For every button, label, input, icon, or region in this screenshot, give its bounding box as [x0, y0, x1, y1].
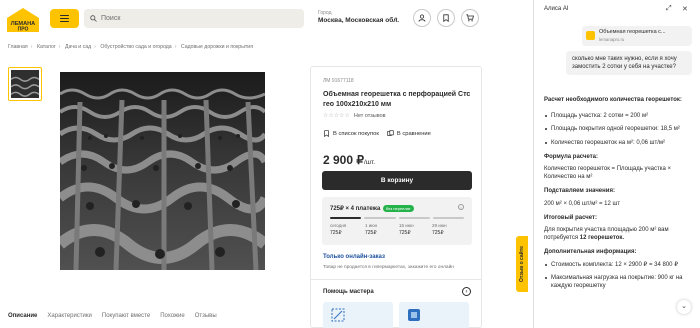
answer-list-item: Количество георешеток на м²: 0,06 шт/м² [544, 139, 694, 147]
answer-list-item: Площадь участка: 2 сотки = 200 м² [544, 112, 694, 120]
city-label: Город [318, 10, 332, 16]
breadcrumb-item[interactable]: Каталог [37, 44, 56, 50]
close-icon[interactable]: ✕ [682, 5, 688, 13]
source-domain: lemanapro.ru [599, 37, 625, 42]
scroll-down-button[interactable]: ⌄ [677, 300, 691, 314]
answer-list-item: Площадь покрытия одной георешетки: 18,5 … [544, 125, 694, 133]
product-title: Объемная георешетка с перфорацией Стс ге… [323, 91, 471, 108]
search-icon [90, 15, 97, 22]
answer-list-item: Стоимость комплекта: 12 × 2900 ₽ = 34 80… [544, 261, 694, 269]
compare-button[interactable]: В сравнение [387, 130, 431, 137]
substitution-text: 200 м² × 0,06 шт/м² = 12 шт [544, 200, 621, 207]
price-unit: /шт. [364, 159, 376, 166]
breadcrumb: Главная › Каталог › Дача и сад › Обустройст… [8, 44, 254, 50]
tab-similar[interactable]: Похожие [160, 313, 185, 319]
source-favicon-icon [586, 31, 595, 40]
price-value: 2 900 ₽ [323, 153, 364, 167]
split-payment-heading: 725₽ × 4 платежа [330, 206, 381, 212]
menu-icon [60, 14, 69, 16]
tab-bought-together[interactable]: Покупают вместе [102, 313, 150, 319]
catalog-menu-button[interactable] [50, 9, 79, 28]
payment-item: 15 июн 725₽ [399, 223, 414, 236]
online-only-link[interactable]: Только онлайн-заказ [323, 254, 385, 260]
formula-text: Количество георешеток = Площадь участка … [544, 166, 671, 181]
gallery-thumbnail[interactable] [8, 67, 42, 101]
service-tile[interactable] [399, 302, 469, 328]
info-icon[interactable]: i [458, 204, 464, 210]
add-to-cart-button[interactable]: В корзину [322, 171, 472, 190]
ai-answer: Расчет необходимого количества георешето… [544, 96, 694, 295]
site-feedback-label: Отзыв о сайте [519, 246, 525, 282]
answer-list-item: Максимальная нагрузка на покрытие: 900 к… [544, 274, 694, 290]
breadcrumb-item[interactable]: Обустройство сада и огорода [100, 44, 171, 50]
bookmark-icon [324, 130, 329, 137]
tab-description[interactable]: Описание [8, 313, 37, 319]
ai-assistant-panel: Алиса AI ⤢ ✕ Объемная георешетка с... le… [534, 0, 700, 328]
product-sku: ЛМ 91677118 [323, 78, 354, 84]
rating[interactable]: ☆☆☆☆☆ Нет отзывов [323, 112, 386, 120]
tab-reviews[interactable]: Отзывы [195, 313, 217, 319]
profile-button[interactable] [413, 9, 431, 27]
source-card[interactable]: Объемная георешетка с... lemanapro.ru [582, 26, 692, 46]
ai-panel-title: Алиса AI [544, 6, 569, 12]
user-icon [418, 14, 426, 22]
master-help-title: Помощь мастера [323, 289, 374, 295]
product-main-image[interactable] [56, 72, 270, 271]
answer-list: Площадь участка: 2 сотки = 200 м² Площад… [544, 112, 694, 147]
expand-icon[interactable]: ⤢ [666, 5, 672, 13]
extra-heading: Дополнительная информация: [544, 249, 637, 256]
result-text: Для покрытия участка площадью 200 м² вам… [544, 227, 669, 242]
payment-item: сегодня 725₽ [330, 223, 347, 236]
city-selector[interactable]: Город Москва, Московская обл. › [318, 10, 399, 24]
add-to-shopping-list-button[interactable]: В список покупок [323, 130, 379, 137]
no-overpay-badge: без переплат [383, 205, 414, 212]
formula-heading: Формула расчета: [544, 153, 599, 160]
product-actions: В список покупок В сравнение [323, 130, 431, 137]
payment-item: 29 июн 725₽ [432, 223, 447, 236]
search-bar[interactable] [84, 9, 304, 28]
breadcrumb-item[interactable]: Садовые дорожки и покрытия [181, 44, 253, 50]
site-feedback-tab[interactable]: Отзыв о сайте [516, 236, 528, 292]
answer-heading: Расчет необходимого количества георешето… [544, 97, 682, 103]
online-only-note: Товар не продается в гипермаркетах, зака… [323, 265, 454, 270]
breadcrumb-item[interactable]: Дача и сад [65, 44, 91, 50]
compare-icon [387, 130, 394, 136]
product-card: ЛМ 91677118 Объемная георешетка с перфор… [310, 66, 482, 328]
header: ЛЕМАНА ПРО Город Москва, Московская обл.… [0, 0, 530, 38]
product-price: 2 900 ₽/шт. [323, 153, 375, 167]
geogrid-image [56, 72, 270, 271]
extra-list: Стоимость комплекта: 12 × 2900 ₽ = 34 80… [544, 261, 694, 291]
brand-logo[interactable]: ЛЕМАНА ПРО [6, 7, 40, 33]
substitution-heading: Подставляем значения: [544, 188, 615, 195]
cart-icon [466, 14, 474, 22]
tile-icon [408, 309, 420, 321]
payment-progress [330, 217, 464, 219]
payment-item: 1 июн 725₽ [365, 223, 378, 236]
user-message: сколько мне таких нужно, если я хочу зам… [566, 51, 692, 75]
thumbnail-image [10, 70, 40, 98]
master-help-section: Помощь мастера › [311, 279, 481, 328]
result-heading: Итоговый расчет: [544, 214, 597, 221]
bookmark-icon [443, 14, 449, 22]
product-tabs: Описание Характеристики Покупают вместе … [8, 313, 217, 319]
tab-specifications[interactable]: Характеристики [47, 313, 92, 319]
cart-button[interactable] [461, 9, 479, 27]
arrow-right-icon[interactable]: › [462, 287, 471, 296]
search-input[interactable] [101, 15, 291, 22]
chevron-right-icon: › [395, 14, 398, 23]
star-rating-icon: ☆☆☆☆☆ [323, 113, 350, 119]
logo-text-bottom: ПРО [18, 27, 29, 33]
shopping-list-label: В список покупок [333, 130, 379, 137]
breadcrumb-item[interactable]: Главная [8, 44, 28, 50]
city-value: Москва, Московская обл. [318, 17, 400, 24]
compare-label: В сравнение [396, 130, 431, 137]
reviews-count: Нет отзывов [353, 112, 386, 119]
source-title: Объемная георешетка с... [599, 29, 666, 35]
favorites-button[interactable] [437, 9, 455, 27]
measure-icon [331, 308, 345, 322]
split-payment-widget[interactable]: 725₽ × 4 платежа без переплат i сегодня 7… [322, 197, 472, 245]
service-tile[interactable] [323, 302, 393, 328]
